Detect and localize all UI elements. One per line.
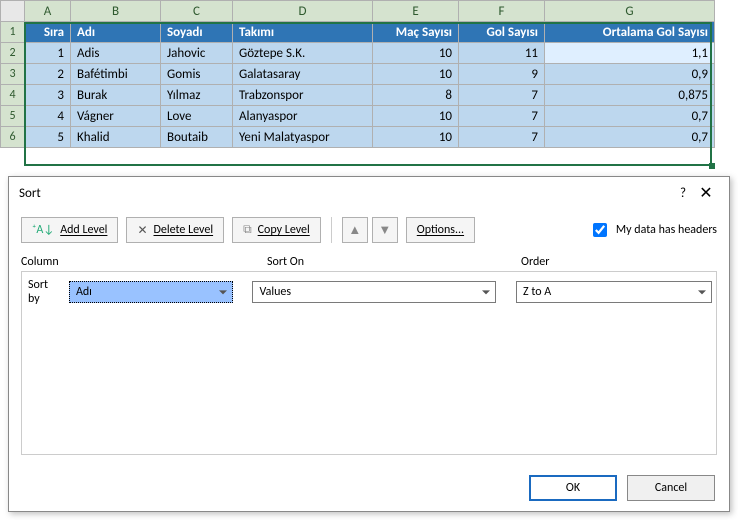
sortby-select[interactable] <box>69 281 233 303</box>
order-select[interactable] <box>516 281 712 303</box>
cell-E6[interactable]: 10 <box>373 127 459 148</box>
move-up-button[interactable]: ▲ <box>342 217 368 243</box>
headers-checkbox-wrap[interactable]: My data has headers <box>589 220 717 240</box>
cell-B1[interactable]: Adı <box>71 22 161 43</box>
cell-D2[interactable]: Göztepe S.K. <box>233 43 373 64</box>
cell-D5[interactable]: Alanyaspor <box>233 106 373 127</box>
delete-level-label: Delete Level <box>154 223 214 237</box>
cell-G3[interactable]: 0,9 <box>545 64 715 85</box>
cell-C4[interactable]: Yılmaz <box>161 85 233 106</box>
col-order-label: Order <box>521 255 717 269</box>
col-B[interactable]: B <box>71 1 161 22</box>
cell-A5[interactable]: 4 <box>25 106 71 127</box>
cell-G5[interactable]: 0,7 <box>545 106 715 127</box>
selection-handle[interactable] <box>709 163 715 169</box>
cell-F1[interactable]: Gol Sayısı <box>459 22 545 43</box>
options-label: Options... <box>417 223 464 237</box>
move-down-button[interactable]: ▼ <box>372 217 398 243</box>
cancel-button[interactable]: Cancel <box>627 475 715 501</box>
add-icon: ⁺A↓ <box>32 223 54 237</box>
add-level-label: Add Level <box>60 223 107 237</box>
row-1[interactable]: 1 <box>1 22 25 43</box>
select-all-corner[interactable] <box>1 1 25 22</box>
sort-dialog: Sort ? ✕ ⁺A↓ Add Level ✕ Delete Level ⧉ … <box>8 176 730 512</box>
cell-F3[interactable]: 9 <box>459 64 545 85</box>
cell-D4[interactable]: Trabzonspor <box>233 85 373 106</box>
col-A[interactable]: A <box>25 1 71 22</box>
col-F[interactable]: F <box>459 1 545 22</box>
cell-A2[interactable]: 1 <box>25 43 71 64</box>
dialog-title: Sort <box>19 186 673 201</box>
cell-D3[interactable]: Galatasaray <box>233 64 373 85</box>
sort-grid-header: Column Sort On Order <box>9 251 729 271</box>
cell-F4[interactable]: 7 <box>459 85 545 106</box>
cell-D6[interactable]: Yeni Malatyaspor <box>233 127 373 148</box>
cell-C2[interactable]: Jahovic <box>161 43 233 64</box>
cell-B2[interactable]: Adis <box>71 43 161 64</box>
cell-C1[interactable]: Soyadı <box>161 22 233 43</box>
cell-F5[interactable]: 7 <box>459 106 545 127</box>
spreadsheet-grid[interactable]: A B C D E F G 1 Sıra Adı Soyadı Takımı M… <box>0 0 715 148</box>
col-G[interactable]: G <box>545 1 715 22</box>
col-E[interactable]: E <box>373 1 459 22</box>
copy-level-button[interactable]: ⧉ Copy Level <box>232 217 321 243</box>
toolbar-divider <box>331 217 332 243</box>
cell-A6[interactable]: 5 <box>25 127 71 148</box>
row-6[interactable]: 6 <box>1 127 25 148</box>
cell-A1[interactable]: Sıra <box>25 22 71 43</box>
cell-A3[interactable]: 2 <box>25 64 71 85</box>
sort-row: Sort by <box>26 278 712 306</box>
row-3[interactable]: 3 <box>1 64 25 85</box>
cell-B4[interactable]: Burak <box>71 85 161 106</box>
cell-E2[interactable]: 10 <box>373 43 459 64</box>
col-C[interactable]: C <box>161 1 233 22</box>
dialog-toolbar: ⁺A↓ Add Level ✕ Delete Level ⧉ Copy Leve… <box>9 209 729 251</box>
cell-C5[interactable]: Love <box>161 106 233 127</box>
cell-G6[interactable]: 0,7 <box>545 127 715 148</box>
cell-A4[interactable]: 3 <box>25 85 71 106</box>
sortby-label: Sort by <box>26 278 61 306</box>
headers-label: My data has headers <box>616 223 717 237</box>
cell-E4[interactable]: 8 <box>373 85 459 106</box>
cell-G1[interactable]: Ortalama Gol Sayısı <box>545 22 715 43</box>
cell-E1[interactable]: Maç Sayısı <box>373 22 459 43</box>
row-5[interactable]: 5 <box>1 106 25 127</box>
cell-C6[interactable]: Boutaib <box>161 127 233 148</box>
delete-level-button[interactable]: ✕ Delete Level <box>126 217 224 243</box>
row-2[interactable]: 2 <box>1 43 25 64</box>
col-sorton-label: Sort On <box>267 255 521 269</box>
cell-F6[interactable]: 7 <box>459 127 545 148</box>
headers-checkbox[interactable] <box>593 223 607 237</box>
cell-E5[interactable]: 10 <box>373 106 459 127</box>
copy-icon: ⧉ <box>243 223 252 237</box>
options-button[interactable]: Options... <box>406 217 475 243</box>
sorton-select[interactable] <box>252 281 496 303</box>
sort-rows-area: Sort by <box>21 271 717 455</box>
cell-G2[interactable]: 1,1 <box>545 43 715 64</box>
help-button[interactable]: ? <box>673 186 693 201</box>
delete-icon: ✕ <box>137 223 147 238</box>
ok-button[interactable]: OK <box>529 475 617 501</box>
add-level-button[interactable]: ⁺A↓ Add Level <box>21 217 118 243</box>
close-button[interactable]: ✕ <box>693 183 719 203</box>
cell-C3[interactable]: Gomis <box>161 64 233 85</box>
cell-G4[interactable]: 0,875 <box>545 85 715 106</box>
col-D[interactable]: D <box>233 1 373 22</box>
cell-D1[interactable]: Takımı <box>233 22 373 43</box>
cell-B6[interactable]: Khalid <box>71 127 161 148</box>
copy-level-label: Copy Level <box>258 223 310 237</box>
cell-E3[interactable]: 10 <box>373 64 459 85</box>
cell-F2[interactable]: 11 <box>459 43 545 64</box>
cell-B3[interactable]: Bafétimbi <box>71 64 161 85</box>
col-column-label: Column <box>21 255 267 269</box>
cell-B5[interactable]: Vágner <box>71 106 161 127</box>
row-4[interactable]: 4 <box>1 85 25 106</box>
